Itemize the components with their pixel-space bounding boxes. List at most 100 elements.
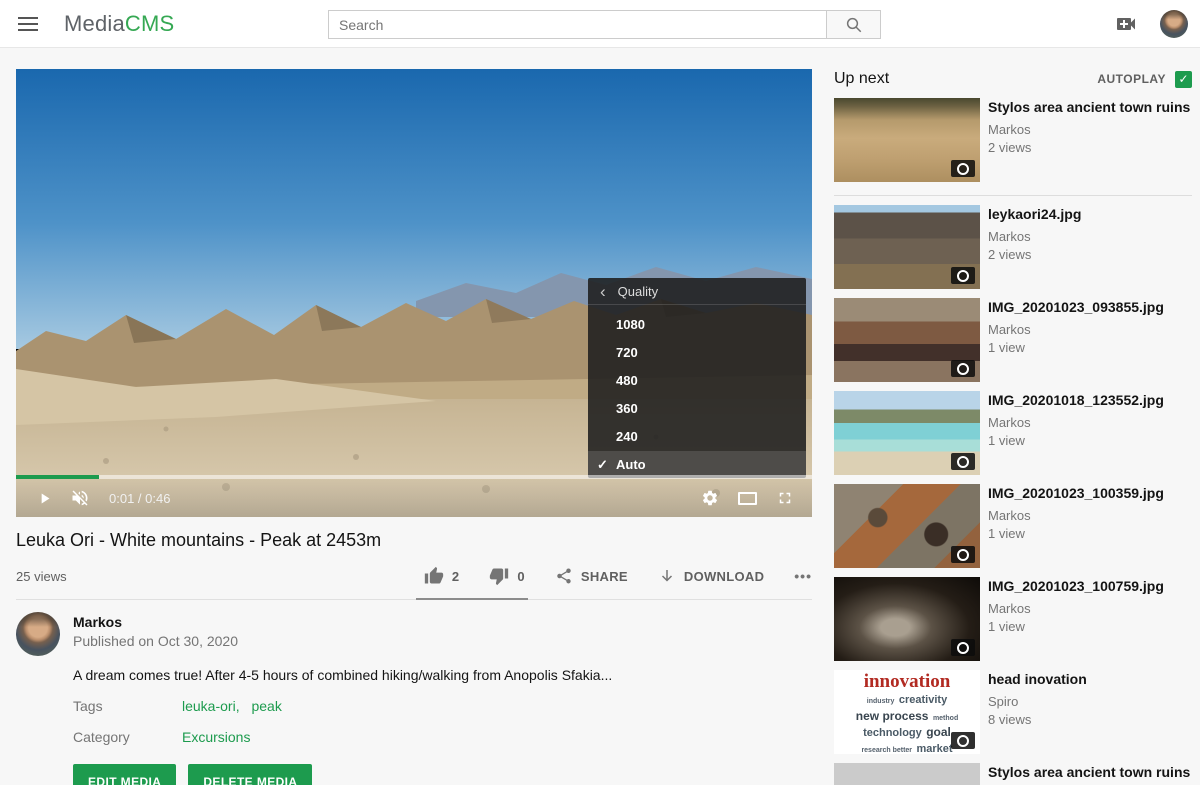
search-button[interactable]: [826, 10, 881, 39]
up-next-item[interactable]: IMG_20201023_100359.jpg Markos 1 view: [834, 484, 1192, 568]
up-next-header: Up next AUTOPLAY ✓: [834, 69, 1192, 89]
like-button[interactable]: 2: [424, 566, 460, 586]
thumbnail[interactable]: [834, 763, 980, 785]
quality-option-480[interactable]: 480: [588, 367, 806, 395]
item-views: 2 views: [988, 140, 1190, 155]
divider: [16, 599, 812, 600]
edit-media-button[interactable]: EDIT MEDIA: [73, 764, 176, 785]
cloud-word: creativity: [899, 694, 947, 706]
thumbnail[interactable]: [834, 298, 980, 382]
category-row: Category Excursions: [73, 729, 812, 745]
divider: [834, 195, 1192, 196]
quality-option-auto[interactable]: ✓ Auto: [588, 451, 806, 478]
player-controls: 0:01 / 0:46: [16, 475, 812, 517]
thumbnail[interactable]: [834, 391, 980, 475]
logo-text-media: Media: [64, 11, 125, 36]
share-button[interactable]: SHARE: [555, 567, 628, 585]
up-next-item[interactable]: IMG_20201023_100759.jpg Markos 1 view: [834, 577, 1192, 661]
up-next-item[interactable]: IMG_20201023_093855.jpg Markos 1 view: [834, 298, 1192, 382]
menu-icon[interactable]: [18, 14, 44, 34]
theater-mode-button[interactable]: [738, 492, 757, 505]
tags-label: Tags: [73, 698, 182, 714]
cloud-word: industry: [867, 698, 895, 705]
thumbnail[interactable]: [834, 577, 980, 661]
item-author: Markos: [988, 322, 1164, 337]
quality-options: 1080 720 480 360 240 ✓ Auto: [588, 305, 806, 478]
settings-button[interactable]: [701, 489, 719, 507]
item-author: Markos: [988, 601, 1164, 616]
up-next-item[interactable]: Stylos area ancient town ruins Markos 2 …: [834, 98, 1192, 182]
up-next-item[interactable]: Stylos area ancient town ruins: [834, 763, 1192, 785]
media-column: ‹ Quality 1080 720 480 360 240 ✓ Auto: [16, 69, 812, 785]
like-count: 2: [452, 569, 460, 584]
tag-leuka-ori[interactable]: leuka-ori,: [182, 698, 240, 714]
cloud-word: innovation: [834, 672, 980, 691]
up-next-item[interactable]: leykaori24.jpg Markos 2 views: [834, 205, 1192, 289]
thumbnail[interactable]: innovation industry creativity new proce…: [834, 670, 980, 754]
item-views: 1 view: [988, 340, 1164, 355]
more-options-icon[interactable]: •••: [794, 568, 812, 584]
item-title[interactable]: Stylos area ancient town ruins: [988, 764, 1190, 782]
page-content: ‹ Quality 1080 720 480 360 240 ✓ Auto: [0, 48, 1200, 785]
thumbnail[interactable]: [834, 98, 980, 182]
check-icon: ✓: [597, 451, 608, 478]
play-button[interactable]: [36, 490, 53, 507]
rating-group: 2 0: [424, 566, 525, 586]
autoplay-checkbox[interactable]: ✓: [1175, 71, 1192, 88]
download-icon: [658, 567, 676, 585]
tags-row: Tags leuka-ori, peak: [73, 698, 812, 714]
like-ratio-bar: [416, 598, 528, 600]
item-title[interactable]: leykaori24.jpg: [988, 206, 1081, 224]
item-title[interactable]: IMG_20201018_123552.jpg: [988, 392, 1164, 410]
upload-media-icon[interactable]: [1114, 12, 1138, 36]
author-section: Markos Published on Oct 30, 2020: [16, 612, 812, 656]
play-icon: [36, 490, 53, 507]
camera-icon: [951, 639, 975, 656]
meta-row: 25 views 2 0 SHARE: [16, 560, 812, 592]
item-views: 8 views: [988, 712, 1087, 727]
thumbnail[interactable]: [834, 484, 980, 568]
item-views: 1 view: [988, 619, 1164, 634]
up-next-item[interactable]: IMG_20201018_123552.jpg Markos 1 view: [834, 391, 1192, 475]
quality-option-1080[interactable]: 1080: [588, 311, 806, 339]
item-title[interactable]: Stylos area ancient town ruins: [988, 99, 1190, 117]
thumbnail[interactable]: [834, 205, 980, 289]
item-author: Markos: [988, 122, 1190, 137]
user-avatar[interactable]: [1160, 10, 1188, 38]
cloud-word: new process: [856, 709, 929, 723]
up-next-item[interactable]: innovation industry creativity new proce…: [834, 670, 1192, 754]
item-views: 1 view: [988, 526, 1164, 541]
quality-menu: ‹ Quality 1080 720 480 360 240 ✓ Auto: [588, 278, 806, 478]
author-name[interactable]: Markos: [73, 614, 238, 630]
item-author: Markos: [988, 229, 1081, 244]
video-player[interactable]: ‹ Quality 1080 720 480 360 240 ✓ Auto: [16, 69, 812, 517]
camera-icon: [951, 360, 975, 377]
share-label: SHARE: [581, 569, 628, 584]
view-count: 25 views: [16, 569, 67, 584]
category-link[interactable]: Excursions: [182, 729, 250, 745]
item-author: Markos: [988, 415, 1164, 430]
camera-icon: [951, 267, 975, 284]
item-views: 1 view: [988, 433, 1164, 448]
item-title[interactable]: IMG_20201023_093855.jpg: [988, 299, 1164, 317]
cloud-word: goal: [926, 725, 951, 739]
volume-muted-button[interactable]: [70, 488, 90, 508]
quality-option-240[interactable]: 240: [588, 423, 806, 451]
camera-icon: [951, 546, 975, 563]
quality-menu-header[interactable]: ‹ Quality: [588, 278, 806, 305]
search-input[interactable]: [328, 10, 826, 39]
item-title[interactable]: IMG_20201023_100359.jpg: [988, 485, 1164, 503]
quality-option-360[interactable]: 360: [588, 395, 806, 423]
download-button[interactable]: DOWNLOAD: [658, 567, 764, 585]
item-title[interactable]: head inovation: [988, 671, 1087, 689]
fullscreen-button[interactable]: [776, 489, 794, 507]
quality-option-720[interactable]: 720: [588, 339, 806, 367]
logo[interactable]: MediaCMS: [64, 11, 174, 37]
tag-peak[interactable]: peak: [251, 698, 281, 714]
delete-media-button[interactable]: DELETE MEDIA: [188, 764, 312, 785]
dislike-button[interactable]: 0: [489, 566, 525, 586]
dislike-count: 0: [517, 569, 525, 584]
cloud-word: market: [916, 743, 952, 754]
author-avatar[interactable]: [16, 612, 60, 656]
item-title[interactable]: IMG_20201023_100759.jpg: [988, 578, 1164, 596]
